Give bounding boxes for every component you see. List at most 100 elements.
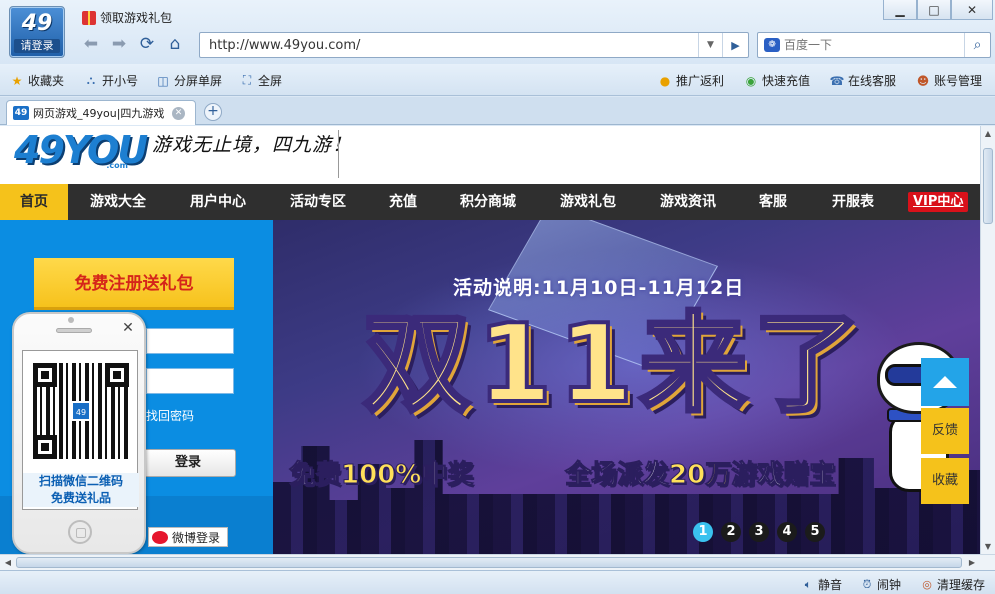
split-screen-label: 分屏单屏 <box>174 74 223 88</box>
banner-page-dot[interactable]: 2 <box>721 522 741 542</box>
qr-finder-pattern <box>105 363 129 387</box>
site-logo[interactable]: 49YOU .com <box>14 128 148 174</box>
back-arrow-icon[interactable]: ⬅ <box>80 33 102 55</box>
mute-label: 静音 <box>818 578 843 592</box>
baidu-paw-icon[interactable]: ❁ <box>764 38 780 52</box>
address-input[interactable] <box>200 33 690 57</box>
nav-points-mall[interactable]: 积分商城 <box>438 184 538 220</box>
clean-cache-label: 清理缓存 <box>937 578 986 592</box>
promotion-button[interactable]: ● 推广返利 <box>658 72 724 89</box>
banner-page-dot[interactable]: 5 <box>805 522 825 542</box>
multi-account-button[interactable]: ⛬ 开小号 <box>84 72 138 89</box>
nav-all-games[interactable]: 游戏大全 <box>68 184 168 220</box>
recharge-icon: ◉ <box>745 73 757 88</box>
qr-caption-line2: 免费送礼品 <box>50 491 111 505</box>
scroll-up-arrow-icon[interactable]: ▲ <box>981 126 995 141</box>
banner-subline-right: 全场派发20万游戏赠宝 <box>564 454 836 491</box>
password-input[interactable] <box>146 368 234 394</box>
nav-server-list[interactable]: 开服表 <box>808 184 898 220</box>
mute-button[interactable]: 🔈︎ 静音 <box>801 576 842 593</box>
star-icon: ★ <box>11 73 23 88</box>
nav-game-news[interactable]: 游戏资讯 <box>638 184 738 220</box>
qr-close-icon[interactable]: ✕ <box>120 320 136 336</box>
feedback-button[interactable]: 反馈 <box>921 408 969 454</box>
promotion-label: 推广返利 <box>676 74 725 88</box>
qr-finder-pattern <box>33 363 57 387</box>
clean-cache-button[interactable]: ◎ 清理缓存 <box>920 576 985 593</box>
qr-finder-pattern <box>33 435 57 459</box>
maximize-button[interactable]: □ <box>917 0 951 20</box>
tab-49you[interactable]: 49 网页游戏_49you|四九游戏 ✕ <box>6 100 196 125</box>
close-window-button[interactable]: ✕ <box>951 0 993 20</box>
minimize-button[interactable]: ▁ <box>883 0 917 20</box>
username-input[interactable] <box>146 328 234 354</box>
window-title[interactable]: 领取游戏礼包 <box>82 9 172 26</box>
home-icon[interactable]: ⌂ <box>164 33 186 55</box>
online-service-button[interactable]: ☎ 在线客服 <box>830 72 896 89</box>
banner-subline-right-suffix: 游戏赠宝 <box>731 460 836 491</box>
nav-events[interactable]: 活动专区 <box>268 184 368 220</box>
address-dropdown-icon[interactable]: ▼ <box>698 33 722 57</box>
nav-user-center[interactable]: 用户中心 <box>168 184 268 220</box>
address-bar: ▼ ▶ <box>199 32 749 58</box>
alarm-icon: ⏰︎ <box>862 577 872 591</box>
vertical-scrollbar[interactable]: ▲ ▼ <box>980 126 995 554</box>
fullscreen-label: 全屏 <box>258 74 283 88</box>
app-logo-number: 49 <box>21 11 53 36</box>
nav-vip-center[interactable]: VIP中心 <box>908 192 969 212</box>
search-input[interactable] <box>784 33 954 57</box>
vertical-scroll-thumb[interactable] <box>983 148 993 224</box>
banner-subline-left-suffix: 中奖 <box>421 460 474 491</box>
account-icon: ☻ <box>916 73 930 88</box>
banner-page-dot[interactable]: 3 <box>749 522 769 542</box>
phone-speaker <box>56 328 92 333</box>
site-favicon-icon: 49 <box>13 106 29 120</box>
banner-page-dot[interactable]: 1 <box>693 522 713 542</box>
window-title-text: 领取游戏礼包 <box>100 11 173 25</box>
fullscreen-button[interactable]: ⛶ 全屏 <box>240 72 282 89</box>
register-gift-button[interactable]: 免费注册送礼包 <box>34 258 234 310</box>
alarm-label: 闹钟 <box>877 578 902 592</box>
wechat-qr-code: 49 <box>33 363 129 459</box>
recharge-button[interactable]: ◉ 快速充值 <box>744 72 810 89</box>
alarm-button[interactable]: ⏰︎ 闹钟 <box>860 576 901 593</box>
favorites-button[interactable]: ★ 收藏夹 <box>10 72 64 89</box>
scroll-left-arrow-icon[interactable]: ◀ <box>0 555 16 570</box>
weibo-login-button[interactable]: 微博登录 <box>148 527 228 547</box>
nav-game-gifts[interactable]: 游戏礼包 <box>538 184 638 220</box>
go-arrow-icon[interactable]: ▶ <box>722 33 748 57</box>
app-login-logo[interactable]: 49 请登录 <box>9 6 65 58</box>
search-icon[interactable]: ⌕ <box>964 33 990 57</box>
nav-customer-service[interactable]: 客服 <box>738 184 808 220</box>
horizontal-scrollbar[interactable]: ◀ ▶ <box>0 554 995 570</box>
favorite-button[interactable]: 收藏 <box>921 458 969 504</box>
login-button[interactable]: 登录 <box>140 449 236 477</box>
tab-close-icon[interactable]: ✕ <box>172 106 185 120</box>
account-manage-button[interactable]: ☻ 账号管理 <box>916 72 982 89</box>
forward-arrow-icon[interactable]: ➡ <box>108 33 130 55</box>
split-screen-icon: ◫ <box>157 73 169 88</box>
horizontal-scroll-thumb[interactable] <box>16 557 962 568</box>
forgot-password-link[interactable]: 找回密码 <box>146 407 194 424</box>
phone-icon: ☎ <box>829 73 845 88</box>
login-label[interactable]: 请登录 <box>14 39 60 53</box>
nav-home[interactable]: 首页 <box>0 184 68 220</box>
function-toolbar: ★ 收藏夹 ⛬ 开小号 ◫ 分屏单屏 ⛶ 全屏 ● 推广返利 ◉ 快速充值 ☎ … <box>0 64 995 96</box>
wechat-qr-popup: ✕ 49 扫描微信二维码 免费送礼品 <box>12 312 146 554</box>
phone-screen: 49 扫描微信二维码 免费送礼品 <box>22 350 139 510</box>
scroll-down-arrow-icon[interactable]: ▼ <box>981 539 995 554</box>
banner-subline-right-prefix: 全场派发 <box>564 460 670 491</box>
split-screen-button[interactable]: ◫ 分屏单屏 <box>156 72 222 89</box>
tab-title: 网页游戏_49you|四九游戏 <box>33 107 165 120</box>
promo-banner[interactable]: 活动说明:11月10日-11月12日 双11来了 免费100%中奖 全场派发20… <box>273 220 980 554</box>
coin-icon: ● <box>659 73 671 88</box>
scroll-right-arrow-icon[interactable]: ▶ <box>964 555 980 570</box>
multi-account-label: 开小号 <box>102 74 139 88</box>
back-to-top-button[interactable] <box>921 358 969 406</box>
refresh-icon[interactable]: ⟳ <box>136 33 158 55</box>
banner-page-dot[interactable]: 4 <box>777 522 797 542</box>
new-tab-plus-icon[interactable]: + <box>204 103 222 121</box>
site-header: 49YOU .com 游戏无止境，四九游！ <box>0 126 980 184</box>
multi-user-icon: ⛬ <box>86 73 96 87</box>
nav-recharge[interactable]: 充值 <box>368 184 438 220</box>
